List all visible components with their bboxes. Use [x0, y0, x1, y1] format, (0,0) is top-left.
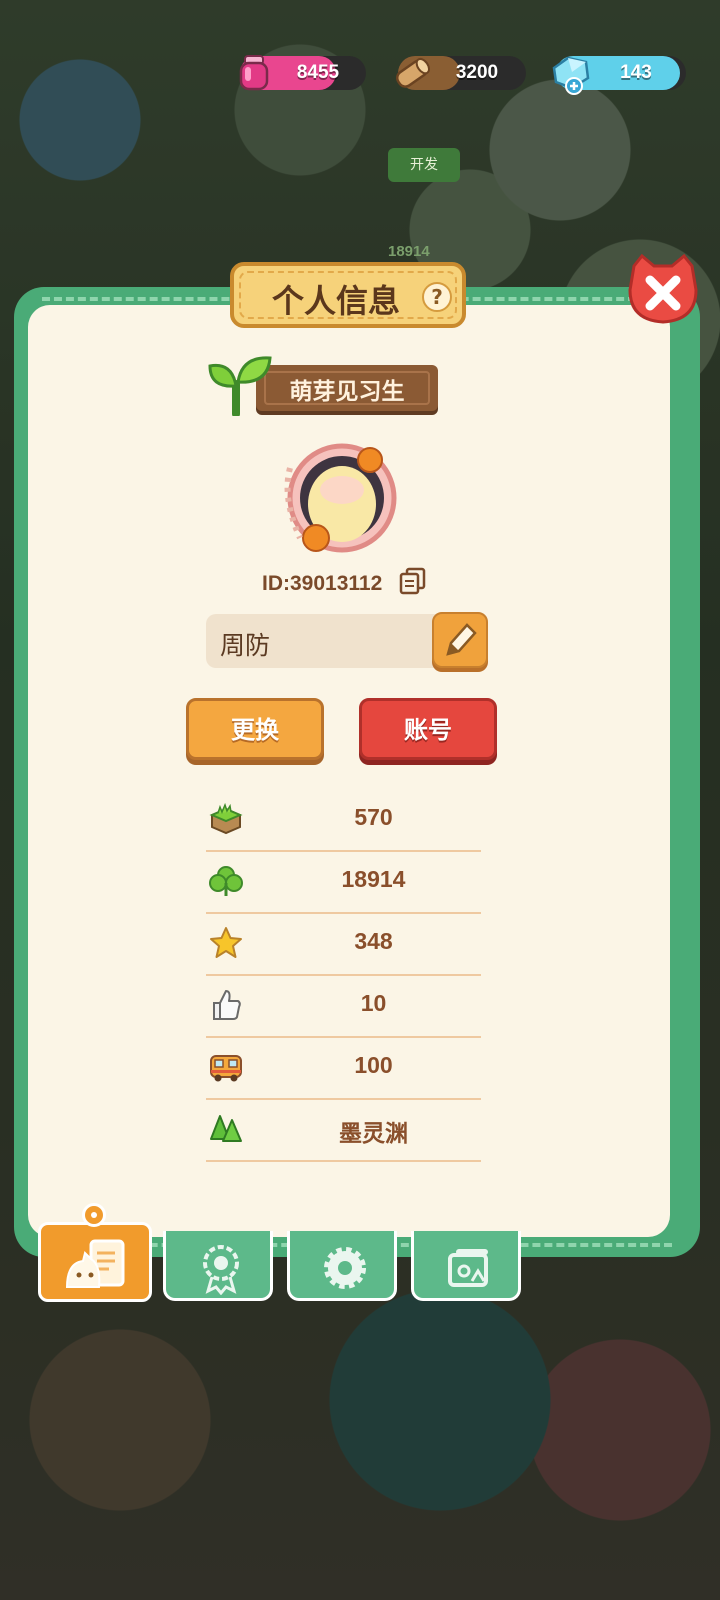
dev-button[interactable]: 开发: [388, 148, 460, 182]
stat-value: 100: [354, 1052, 393, 1078]
background-score: 18914: [388, 243, 430, 260]
stat-value: 10: [360, 990, 387, 1016]
help-icon[interactable]: ?: [422, 282, 452, 312]
tab-clip-decoration: [82, 1203, 106, 1227]
stat-row: 100: [206, 1036, 481, 1100]
tab-album[interactable]: [411, 1231, 521, 1301]
gem-value: 143: [620, 62, 652, 83]
account-button[interactable]: 账号: [359, 698, 497, 760]
stat-row: 348: [206, 912, 481, 976]
close-button[interactable]: [626, 254, 700, 326]
edit-name-button[interactable]: [432, 612, 488, 668]
stat-value: 570: [354, 804, 393, 830]
trees-icon: [210, 1115, 242, 1142]
stat-row: 18914: [206, 850, 481, 914]
copy-icon[interactable]: [398, 566, 428, 596]
change-avatar-button[interactable]: 更换: [186, 698, 324, 760]
bus-icon: [210, 1055, 242, 1082]
gem-counter[interactable]: 143: [552, 56, 686, 95]
wood-log-icon: [395, 57, 430, 88]
tab-profile[interactable]: [38, 1222, 152, 1302]
pink-potion-icon: [239, 55, 269, 91]
wood-value: 3200: [455, 62, 499, 83]
stat-value: 348: [354, 928, 393, 954]
stat-value: 18914: [341, 866, 406, 892]
panel-title: 个人信息: [272, 282, 401, 320]
gear-icon: [324, 1247, 366, 1289]
potion-value: 8455: [296, 62, 340, 83]
stat-value: 墨灵渊: [339, 1121, 408, 1147]
blue-gem-icon: [552, 56, 590, 95]
stat-row: 墨灵渊: [206, 1098, 481, 1162]
wood-counter[interactable]: 3200: [395, 56, 526, 90]
avatar[interactable]: [280, 438, 402, 560]
nickname-text: 周防: [220, 631, 271, 660]
grass-block-icon: [209, 802, 243, 835]
tab-settings[interactable]: [287, 1231, 397, 1301]
potion-counter[interactable]: 8455: [239, 55, 366, 91]
clover-icon: [209, 866, 243, 896]
user-id: ID:39013112: [262, 572, 383, 595]
tab-badges[interactable]: [163, 1231, 273, 1301]
flower-badge-icon: [203, 1245, 239, 1295]
photo-album-icon: [448, 1249, 488, 1287]
profile-card-icon: [65, 1239, 125, 1288]
rank-title: 萌芽见习生: [289, 379, 405, 405]
thumbs-up-icon: [213, 990, 241, 1020]
stat-row: 10: [206, 974, 481, 1038]
stat-row: 570: [206, 788, 481, 852]
rank-badge: 萌芽见习生: [256, 365, 438, 411]
pencil-icon: [446, 623, 477, 656]
star-icon: [210, 927, 242, 958]
title-plaque: 个人信息 ?: [230, 262, 466, 328]
